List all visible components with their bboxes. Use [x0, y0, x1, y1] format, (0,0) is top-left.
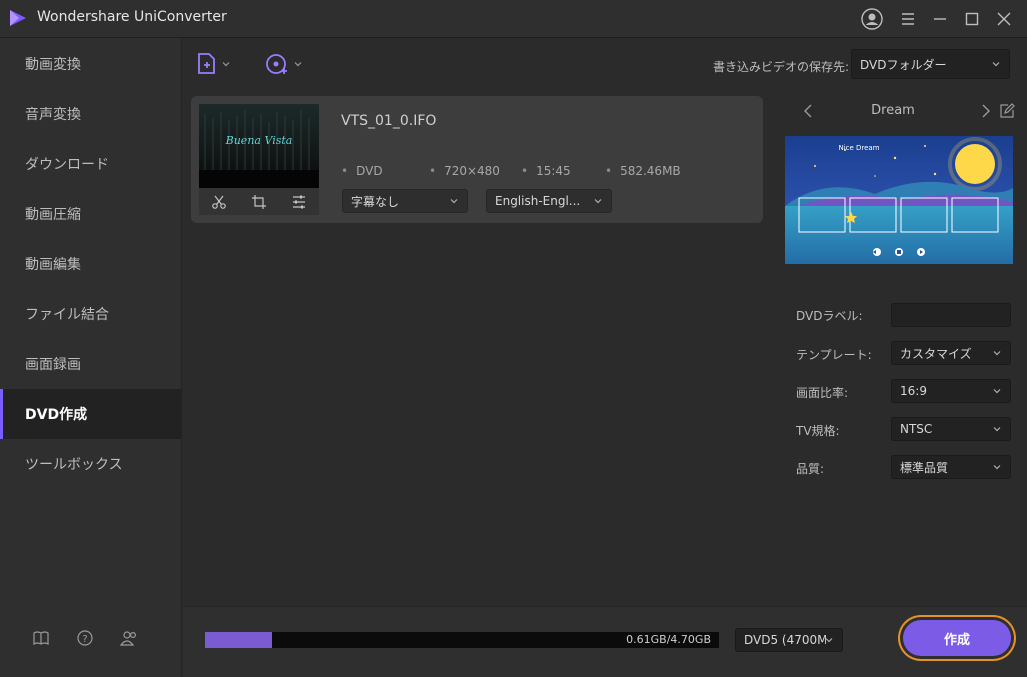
crop-icon[interactable] — [249, 192, 269, 212]
chevron-down-icon — [594, 199, 602, 204]
quality-select[interactable]: 標準品質 — [891, 455, 1011, 479]
dvd-label-input[interactable] — [891, 303, 1011, 327]
title-bar: Wondershare UniConverter — [0, 0, 1027, 38]
tv-standard-select[interactable]: NTSC — [891, 417, 1011, 441]
chevron-down-icon — [294, 62, 302, 67]
chevron-down-icon — [993, 427, 1001, 432]
add-file-button[interactable] — [197, 50, 231, 78]
sidebar-item-dvd-burn[interactable]: DVD作成 — [0, 389, 182, 439]
save-to-label: 書き込みビデオの保存先: — [713, 60, 850, 74]
save-to-select[interactable]: DVDフォルダー — [851, 49, 1010, 79]
minimize-icon[interactable] — [929, 8, 951, 30]
sidebar-item-merge[interactable]: ファイル結合 — [0, 289, 182, 339]
close-icon[interactable] — [993, 8, 1015, 30]
sidebar-item-label: ファイル結合 — [25, 307, 109, 323]
app-logo-icon — [10, 10, 26, 26]
file-card[interactable]: Buena Vista VTS_01_0.IFO DVD 720×480 15:… — [191, 96, 763, 223]
chevron-down-icon — [222, 62, 230, 67]
thumbnail-title: Buena Vista — [225, 134, 293, 147]
svg-text:?: ? — [82, 634, 87, 645]
account-icon[interactable] — [861, 8, 883, 30]
template-value: カスタマイズ — [900, 346, 972, 361]
file-size: 582.46MB — [605, 164, 681, 178]
file-name: VTS_01_0.IFO — [341, 113, 437, 129]
sidebar: 動画変換 音声変換 ダウンロード 動画圧縮 動画編集 ファイル結合 画面録画 D… — [0, 38, 182, 677]
disc-usage-fill — [205, 632, 272, 648]
sidebar-item-edit[interactable]: 動画編集 — [0, 239, 182, 289]
users-icon[interactable] — [119, 628, 139, 648]
subtitle-value: 字幕なし — [351, 194, 400, 209]
disc-type-select[interactable]: DVD5 (4700M — [735, 628, 843, 652]
aspect-ratio-value: 16:9 — [900, 384, 927, 398]
sidebar-item-label: 動画圧縮 — [25, 207, 81, 223]
sidebar-item-label: 動画編集 — [25, 257, 81, 273]
sidebar-item-label: 音声変換 — [25, 107, 81, 123]
create-button[interactable]: 作成 — [903, 620, 1011, 656]
add-file-icon — [198, 53, 215, 74]
disc-usage-text: 0.61GB/4.70GB — [626, 633, 711, 646]
scissors-icon[interactable] — [209, 192, 229, 212]
template-select[interactable]: カスタマイズ — [891, 341, 1011, 365]
book-icon[interactable] — [31, 628, 51, 648]
audio-track-value: English-Engl... — [495, 194, 581, 208]
file-duration: 15:45 — [521, 164, 571, 178]
dvd-label-label: DVDラベル: — [796, 309, 863, 323]
tv-standard-value: NTSC — [900, 422, 933, 436]
next-template-icon[interactable] — [977, 103, 993, 119]
chevron-down-icon — [450, 199, 458, 204]
chevron-down-icon — [993, 351, 1001, 356]
aspect-ratio-select[interactable]: 16:9 — [891, 379, 1011, 403]
help-icon[interactable]: ? — [75, 628, 95, 648]
thumbnail-tools — [199, 188, 319, 215]
file-resolution: 720×480 — [429, 164, 500, 178]
subtitle-select[interactable]: 字幕なし — [342, 189, 468, 213]
edit-template-icon[interactable] — [999, 103, 1015, 119]
sidebar-item-toolbox[interactable]: ツールボックス — [0, 439, 182, 489]
sidebar-item-audio-convert[interactable]: 音声変換 — [0, 89, 182, 139]
chevron-down-icon — [993, 389, 1001, 394]
bottom-bar: 0.61GB/4.70GB DVD5 (4700M 作成 — [183, 606, 1027, 677]
quality-value: 標準品質 — [900, 460, 949, 475]
toolbar: 書き込みビデオの保存先: DVDフォルダー — [183, 38, 1027, 88]
dvd-settings-panel: Dream Nice Dream DVDラベル: テンプレート: カスタマイズ … — [769, 88, 1027, 606]
disc-add-icon — [266, 54, 287, 74]
file-format: DVD — [341, 164, 382, 178]
menu-icon[interactable] — [897, 8, 919, 30]
sidebar-item-label: ツールボックス — [25, 457, 123, 473]
save-to-value: DVDフォルダー — [860, 57, 947, 72]
quality-label: 品質: — [796, 462, 825, 476]
sidebar-item-label: DVD作成 — [25, 407, 88, 423]
video-thumbnail[interactable]: Buena Vista — [199, 104, 319, 188]
adjust-icon[interactable] — [289, 192, 309, 212]
file-list: Buena Vista VTS_01_0.IFO DVD 720×480 15:… — [183, 88, 769, 606]
chevron-down-icon — [993, 465, 1001, 470]
template-label: テンプレート: — [796, 348, 872, 362]
preview-title: Nice Dream — [838, 144, 880, 152]
sidebar-item-video-convert[interactable]: 動画変換 — [0, 39, 182, 89]
chevron-down-icon — [825, 638, 833, 643]
sidebar-item-download[interactable]: ダウンロード — [0, 139, 182, 189]
load-dvd-button[interactable] — [265, 50, 303, 78]
sidebar-item-label: 動画変換 — [25, 57, 81, 73]
maximize-icon[interactable] — [961, 8, 983, 30]
aspect-ratio-label: 画面比率: — [796, 386, 849, 400]
app-title: Wondershare UniConverter — [37, 9, 227, 25]
tv-standard-label: TV規格: — [796, 424, 840, 438]
disc-usage-bar: 0.61GB/4.70GB — [205, 632, 719, 648]
sidebar-item-screen-record[interactable]: 画面録画 — [0, 339, 182, 389]
disc-type-value: DVD5 (4700M — [744, 633, 826, 647]
sidebar-item-label: ダウンロード — [25, 157, 109, 173]
sidebar-item-label: 画面録画 — [25, 357, 81, 373]
chevron-down-icon — [992, 62, 1000, 67]
template-preview[interactable]: Nice Dream — [785, 136, 1013, 264]
audio-track-select[interactable]: English-Engl... — [486, 189, 612, 213]
sidebar-item-compress[interactable]: 動画圧縮 — [0, 189, 182, 239]
